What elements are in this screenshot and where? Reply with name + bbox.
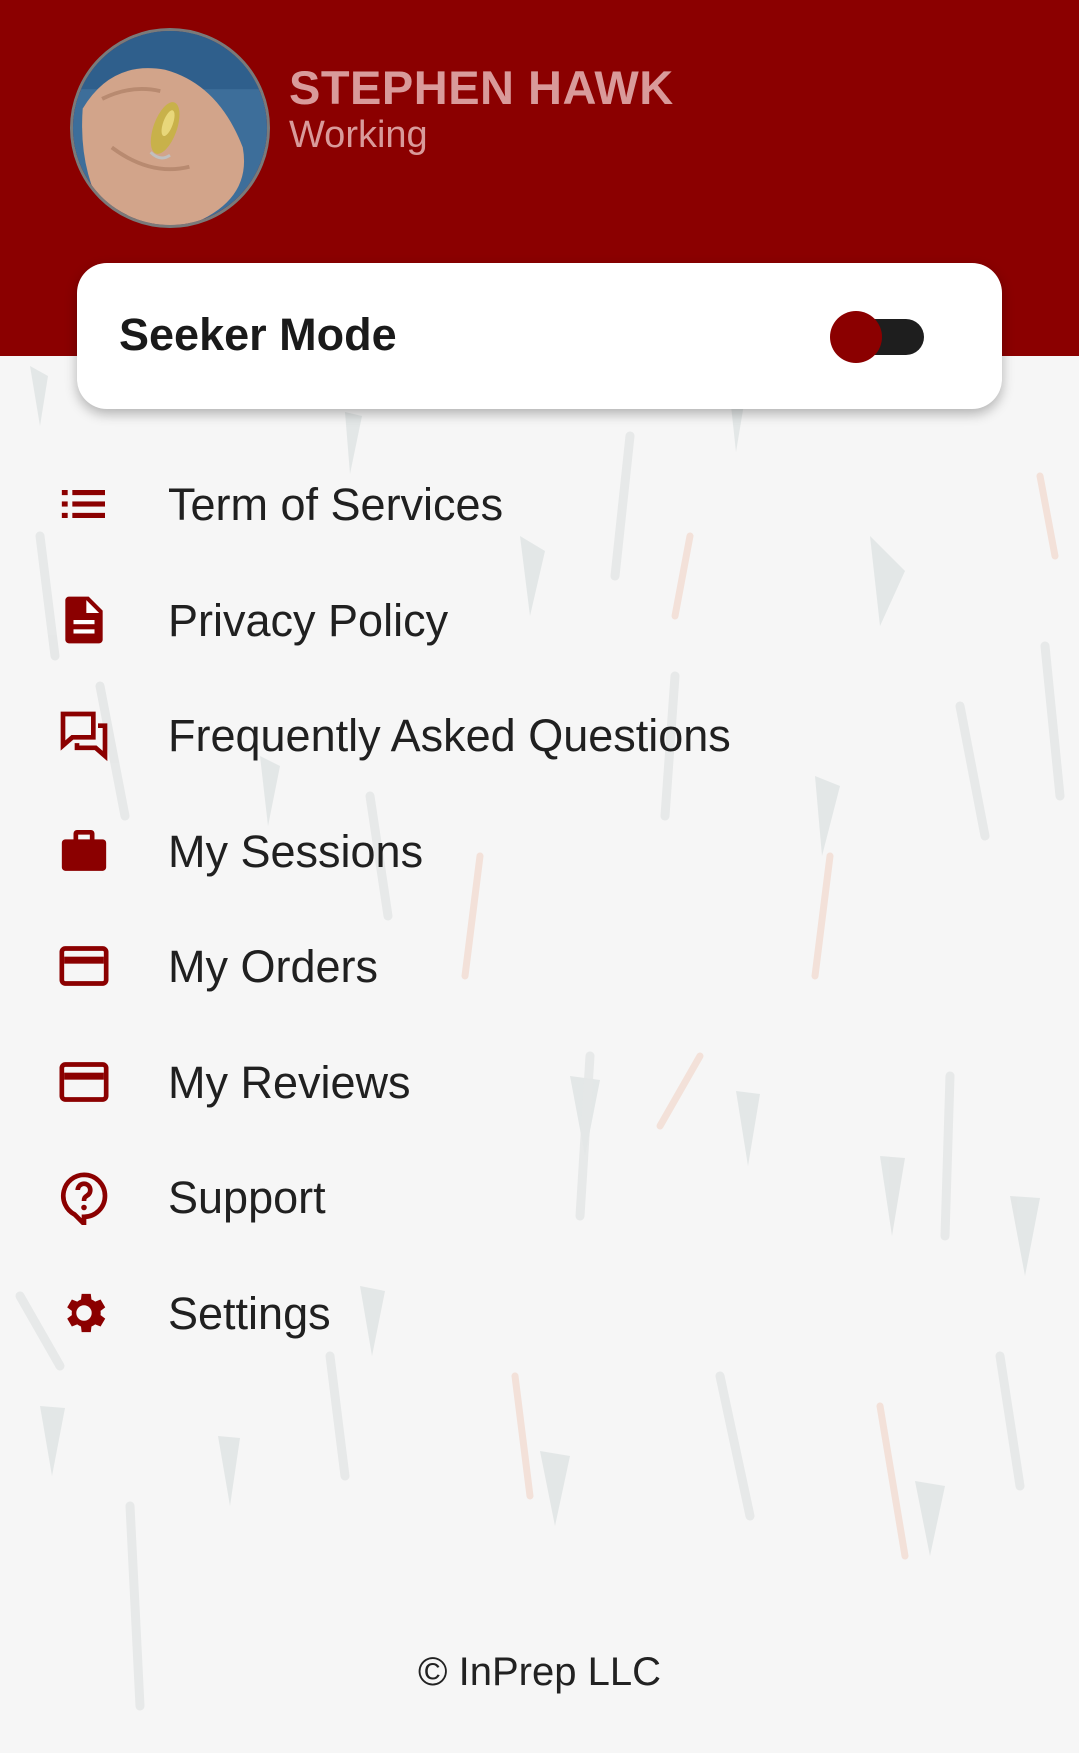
menu-item-privacy-policy[interactable]: Privacy Policy: [0, 564, 1079, 680]
forum-icon: [56, 707, 112, 763]
seeker-mode-label: Seeker Mode: [119, 309, 397, 360]
user-status: Working: [289, 114, 428, 156]
menu-item-label: Frequently Asked Questions: [168, 710, 731, 761]
copyright-footer: © InPrep LLC: [418, 1650, 661, 1694]
credit-card-icon: [56, 938, 112, 994]
document-icon: [56, 592, 112, 648]
drawer-menu: Term of Services Privacy Policy Frequent…: [0, 448, 1079, 1372]
list-icon: [56, 476, 112, 532]
menu-item-faq[interactable]: Frequently Asked Questions: [0, 679, 1079, 795]
menu-item-my-orders[interactable]: My Orders: [0, 910, 1079, 1026]
menu-item-label: Settings: [168, 1287, 331, 1339]
menu-item-settings[interactable]: Settings: [0, 1257, 1079, 1373]
menu-item-label: Support: [168, 1172, 326, 1223]
briefcase-icon: [56, 823, 112, 879]
credit-card-icon: [56, 1054, 112, 1110]
menu-item-label: My Sessions: [168, 825, 424, 877]
menu-item-label: Privacy Policy: [168, 594, 449, 646]
toggle-knob: [830, 311, 882, 363]
menu-item-my-reviews[interactable]: My Reviews: [0, 1026, 1079, 1142]
menu-item-my-sessions[interactable]: My Sessions: [0, 795, 1079, 911]
user-name: STEPHEN HAWK: [289, 61, 674, 114]
gear-icon: [56, 1285, 112, 1341]
seeker-mode-card: Seeker Mode: [77, 263, 1002, 409]
menu-item-support[interactable]: Support: [0, 1141, 1079, 1257]
menu-item-term-of-services[interactable]: Term of Services: [0, 448, 1079, 564]
help-icon: [56, 1169, 112, 1225]
menu-item-label: My Reviews: [168, 1056, 411, 1108]
menu-item-label: My Orders: [168, 941, 379, 992]
seeker-mode-toggle[interactable]: [830, 311, 928, 363]
profile-avatar[interactable]: [70, 28, 270, 228]
menu-item-label: Term of Services: [168, 479, 504, 530]
